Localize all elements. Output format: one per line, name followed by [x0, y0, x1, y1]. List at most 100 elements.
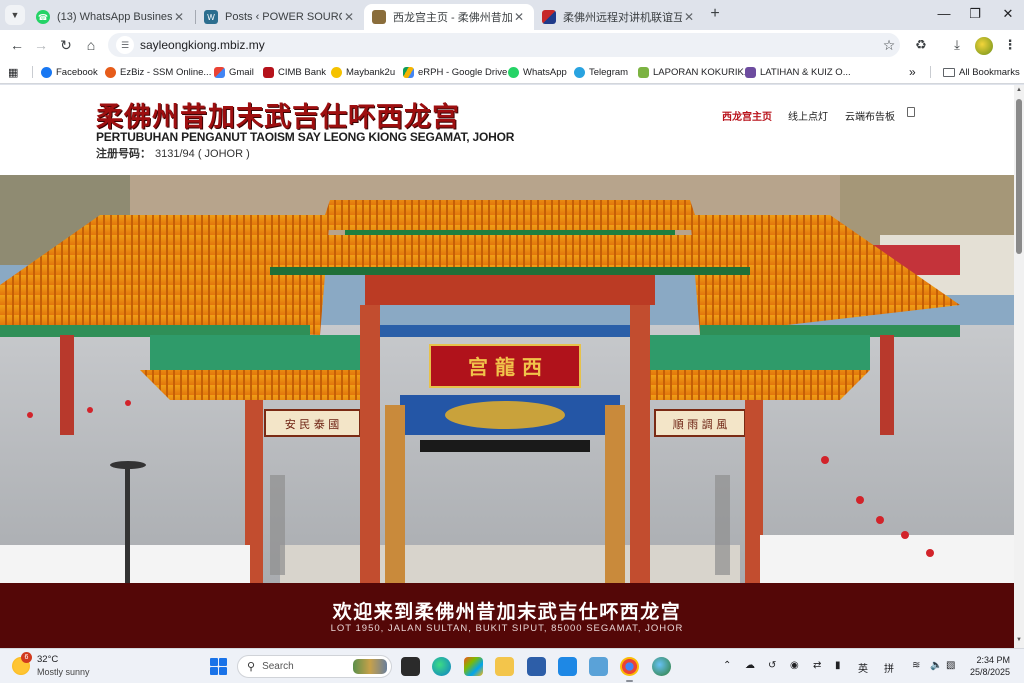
volume-icon[interactable]: 🔈: [930, 660, 942, 671]
search-highlight-image: [353, 659, 387, 674]
bookmark-facebook[interactable]: Facebook: [41, 65, 98, 79]
windows-taskbar: 6 32°C Mostly sunny ⚲ Search ⌃ ☁ ↺ ◉ ⇄ ▮…: [0, 648, 1024, 683]
more-bookmarks-chevron[interactable]: »: [909, 65, 916, 79]
scroll-up-arrow-icon[interactable]: ▲: [1015, 87, 1023, 93]
scroll-down-arrow-icon[interactable]: ▼: [1015, 637, 1023, 643]
bookmark-separator: [930, 66, 931, 78]
close-icon[interactable]: ✕: [342, 10, 356, 24]
wifi-icon[interactable]: ≋: [912, 660, 920, 671]
minimize-icon[interactable]: —: [934, 6, 954, 24]
banner-title: 欢迎来到柔佛州昔加末武吉仕吥西龙宫: [332, 602, 682, 623]
chrome-tray-icon[interactable]: ◉: [790, 660, 799, 671]
transfer-icon[interactable]: ⇄: [813, 660, 821, 671]
copilot-icon[interactable]: [464, 657, 483, 676]
tab-whatsapp-business[interactable]: ☎ (13) WhatsApp Business ✕: [28, 4, 194, 30]
browser-toolbar: ← → ↻ ⌂ ☰ sayleongkiong.mbiz.my ☆ ♻ ⤓ ⋮: [0, 30, 1024, 60]
close-icon[interactable]: ✕: [512, 10, 526, 24]
gmail-icon: [214, 66, 225, 78]
tab-strip: ▼ ☎ (13) WhatsApp Business ✕ W Posts ‹ P…: [0, 0, 1024, 30]
welcome-banner: 欢迎来到柔佛州昔加末武吉仕吥西龙宫 LOT 1950, JALAN SULTAN…: [0, 583, 1014, 648]
tab-radio-association[interactable]: 柔佛州远程对讲机联谊互助会 - ✕: [534, 4, 704, 30]
whatsapp-icon: ☎: [36, 10, 50, 24]
home-icon[interactable]: ⌂: [82, 36, 100, 54]
profile-avatar[interactable]: [975, 37, 993, 55]
nav-cloud-noticeboard[interactable]: 云端布告板: [845, 108, 895, 123]
maybank-icon: [331, 66, 342, 78]
nav-online-lamp[interactable]: 线上点灯: [788, 108, 828, 123]
site-info-icon[interactable]: ☰: [116, 36, 134, 54]
bookmark-gmail[interactable]: Gmail: [214, 65, 254, 79]
edge-icon[interactable]: [432, 657, 451, 676]
bookmark-latihan-kuiz[interactable]: LATIHAN & KUIZ O...: [745, 65, 851, 79]
forward-arrow-icon[interactable]: →: [32, 36, 50, 54]
bookmark-separator: [32, 66, 33, 78]
remote-desktop-icon[interactable]: [589, 657, 608, 676]
nav-home[interactable]: 西龙宫主页: [722, 108, 772, 123]
apps-grid-icon[interactable]: ▦: [8, 65, 18, 79]
globe-app-icon[interactable]: [652, 657, 671, 676]
bookmark-laporan-kokurikulum[interactable]: LAPORAN KOKURIK...: [638, 65, 752, 79]
sun-icon: 6: [12, 652, 32, 675]
chevron-down-icon: ▼: [10, 10, 20, 20]
hero-image: 宫 龍 西 安 民 泰 國 順 雨 調 風: [0, 175, 1014, 583]
ime-mode[interactable]: 拼: [884, 660, 894, 675]
page-scrollbar[interactable]: ▲ ▼: [1014, 85, 1024, 648]
onedrive-icon[interactable]: ☁: [745, 660, 755, 671]
more-menu-icon[interactable]: ⋮: [1001, 37, 1019, 55]
extensions-icon[interactable]: ♻: [912, 37, 930, 55]
close-icon[interactable]: ✕: [172, 10, 186, 24]
ime-language[interactable]: 英: [858, 660, 868, 675]
site-search-icon[interactable]: [907, 107, 915, 117]
bookmark-ezbiz[interactable]: EzBiz - SSM Online...: [105, 65, 211, 79]
bookmark-erph-drive[interactable]: eRPH - Google Drive: [403, 65, 507, 79]
bar-chart-app-icon[interactable]: [527, 657, 546, 676]
bookmark-telegram[interactable]: Telegram: [574, 65, 628, 79]
tab-say-leong-kiong[interactable]: 西龙宫主页 - 柔佛州昔加末武吉 ✕: [364, 4, 534, 30]
laporan-icon: [638, 66, 649, 78]
start-button[interactable]: [210, 658, 227, 675]
download-icon[interactable]: ⤓: [948, 37, 966, 55]
network-app-icon[interactable]: ▮: [835, 660, 841, 671]
weather-widget[interactable]: 6 32°C Mostly sunny: [12, 652, 90, 678]
facebook-icon: [41, 66, 52, 78]
site-logo-title[interactable]: 柔佛州昔加末武吉仕吥西龙宫: [96, 95, 460, 134]
sync-icon[interactable]: ↺: [768, 660, 776, 671]
bookmark-maybank[interactable]: Maybank2u: [331, 65, 395, 79]
temple-gate-illustration: 宫 龍 西 安 民 泰 國 順 雨 調 風: [0, 175, 1014, 583]
tab-posts-power-source[interactable]: W Posts ‹ POWER SOURCE OCCASI ✕: [196, 4, 364, 30]
show-hidden-icons-chevron[interactable]: ⌃: [723, 660, 731, 671]
window-close-icon[interactable]: ✕: [998, 6, 1018, 24]
close-icon[interactable]: ✕: [682, 10, 696, 24]
all-bookmarks-button[interactable]: All Bookmarks: [943, 65, 1020, 79]
folder-icon: [943, 67, 955, 77]
gate-main-sign: 宫 龍 西: [468, 355, 542, 379]
notification-badge: 6: [21, 652, 32, 663]
page-viewport: 柔佛州昔加末武吉仕吥西龙宫 PERTUBUHAN PENGANUT TAOISM…: [0, 85, 1024, 648]
temple-favicon-icon: [372, 10, 386, 24]
new-tab-button[interactable]: +: [706, 6, 724, 24]
system-clock[interactable]: 2:34 PM 25/8/2025: [960, 654, 1010, 678]
site-subtitle: PERTUBUHAN PENGANUT TAOISM SAY LEONG KIO…: [96, 130, 515, 144]
file-explorer-icon[interactable]: [495, 657, 514, 676]
cimb-icon: [263, 66, 274, 78]
restore-icon[interactable]: ❐: [965, 6, 985, 24]
tab-search-menu-button[interactable]: ▼: [5, 5, 25, 25]
address-bar[interactable]: ☰ sayleongkiong.mbiz.my ☆: [108, 33, 900, 57]
bookmark-star-icon[interactable]: ☆: [878, 37, 900, 54]
banner-address: LOT 1950, JALAN SULTAN, BUKIT SIPUT, 850…: [330, 623, 684, 634]
ezbiz-icon: [105, 66, 116, 78]
bookmark-whatsapp[interactable]: WhatsApp: [508, 65, 567, 79]
battery-icon[interactable]: ▧: [946, 660, 955, 671]
scrollbar-thumb[interactable]: [1016, 99, 1022, 254]
cloud-app-icon[interactable]: [558, 657, 577, 676]
url-text[interactable]: sayleongkiong.mbiz.my: [140, 38, 878, 52]
taskbar-search-box[interactable]: ⚲ Search: [237, 655, 392, 678]
gate-right-sign: 順 雨 調 風: [673, 417, 728, 431]
telegram-icon: [574, 66, 585, 78]
bookmark-cimb[interactable]: CIMB Bank: [263, 65, 326, 79]
reload-icon[interactable]: ↻: [57, 36, 75, 54]
gate-left-sign: 安 民 泰 國: [285, 417, 340, 431]
task-view-icon[interactable]: [401, 657, 420, 676]
back-arrow-icon[interactable]: ←: [8, 36, 26, 54]
chrome-icon[interactable]: [620, 657, 639, 682]
